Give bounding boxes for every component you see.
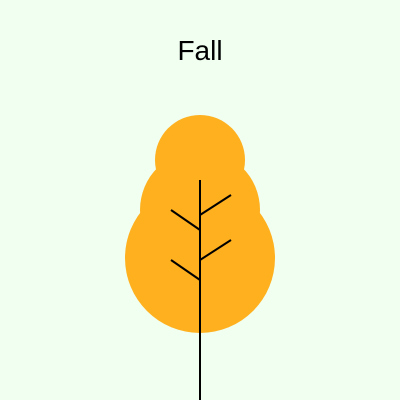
seasonal-card: Fall: [0, 0, 400, 400]
season-title: Fall: [177, 35, 223, 66]
